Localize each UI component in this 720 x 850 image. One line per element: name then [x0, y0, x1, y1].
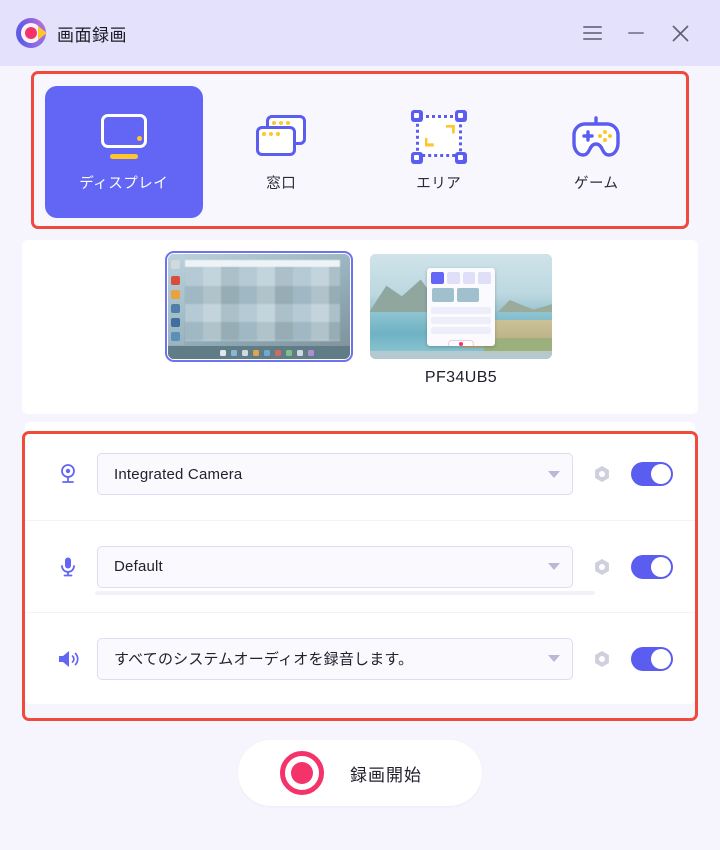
- monitor-icon: [95, 112, 153, 162]
- display-thumbnail-1[interactable]: [168, 254, 350, 389]
- camera-select[interactable]: Integrated Camera: [97, 453, 573, 495]
- mode-label-window: 窓口: [266, 172, 296, 193]
- speaker-icon: [53, 647, 83, 671]
- microphone-select[interactable]: Default: [97, 546, 573, 588]
- hamburger-menu-icon[interactable]: [570, 13, 614, 53]
- device-row-camera: Integrated Camera: [25, 428, 695, 520]
- chevron-down-icon: [548, 563, 560, 570]
- system-audio-settings-gear-icon[interactable]: [591, 648, 613, 670]
- device-row-microphone: Default: [25, 520, 695, 612]
- minimize-icon[interactable]: [614, 13, 658, 53]
- area-select-icon: [410, 112, 468, 162]
- record-button-icon: [280, 751, 324, 795]
- windows-icon: [252, 112, 310, 162]
- mode-tab-area[interactable]: エリア: [360, 86, 518, 218]
- desktop-thumbnail: [370, 254, 552, 359]
- chevron-down-icon: [548, 471, 560, 478]
- page-title: 画面録画: [57, 21, 127, 46]
- system-audio-select[interactable]: すべてのシステムオーディオを録音します。: [97, 638, 573, 680]
- microphone-icon: [53, 555, 83, 579]
- mode-tab-game[interactable]: ゲーム: [518, 86, 676, 218]
- camera-select-value: Integrated Camera: [114, 466, 548, 483]
- capture-mode-section: ディスプレイ 窓口 エリア: [33, 76, 687, 228]
- system-audio-toggle[interactable]: [631, 647, 673, 671]
- close-icon[interactable]: [658, 13, 702, 53]
- display-selection-section: PF34UB5: [22, 240, 698, 414]
- device-row-system-audio: すべてのシステムオーディオを録音します。: [25, 612, 695, 704]
- microphone-level-meter: [95, 591, 595, 595]
- chevron-down-icon: [548, 655, 560, 662]
- system-audio-select-value: すべてのシステムオーディオを録音します。: [114, 648, 548, 669]
- mode-label-game: ゲーム: [574, 172, 619, 193]
- title-bar: 画面録画: [0, 0, 720, 66]
- screen-recorder-logo: [16, 18, 46, 48]
- desktop-thumbnail: [168, 254, 350, 359]
- camera-settings-gear-icon[interactable]: [591, 463, 613, 485]
- start-recording-button[interactable]: 録画開始: [238, 740, 482, 806]
- capture-mode-list: ディスプレイ 窓口 エリア: [33, 76, 687, 228]
- mode-tab-display[interactable]: ディスプレイ: [45, 86, 203, 218]
- screen-recorder-window: 画面録画 ディスプレイ 窓口: [0, 0, 720, 850]
- device-settings-section: Integrated Camera Default: [25, 422, 695, 704]
- display-thumbnail-2[interactable]: PF34UB5: [370, 254, 552, 389]
- webcam-icon: [53, 462, 83, 486]
- mode-label-area: エリア: [416, 172, 461, 193]
- record-section: 録画開始: [0, 704, 720, 850]
- microphone-settings-gear-icon[interactable]: [591, 556, 613, 578]
- camera-toggle[interactable]: [631, 462, 673, 486]
- mode-label-display: ディスプレイ: [79, 172, 168, 193]
- gamepad-icon: [567, 112, 625, 162]
- mode-tab-window[interactable]: 窓口: [203, 86, 361, 218]
- start-recording-label: 録画開始: [350, 761, 422, 786]
- display-label-2: PF34UB5: [425, 369, 497, 389]
- microphone-toggle[interactable]: [631, 555, 673, 579]
- microphone-select-value: Default: [114, 558, 548, 575]
